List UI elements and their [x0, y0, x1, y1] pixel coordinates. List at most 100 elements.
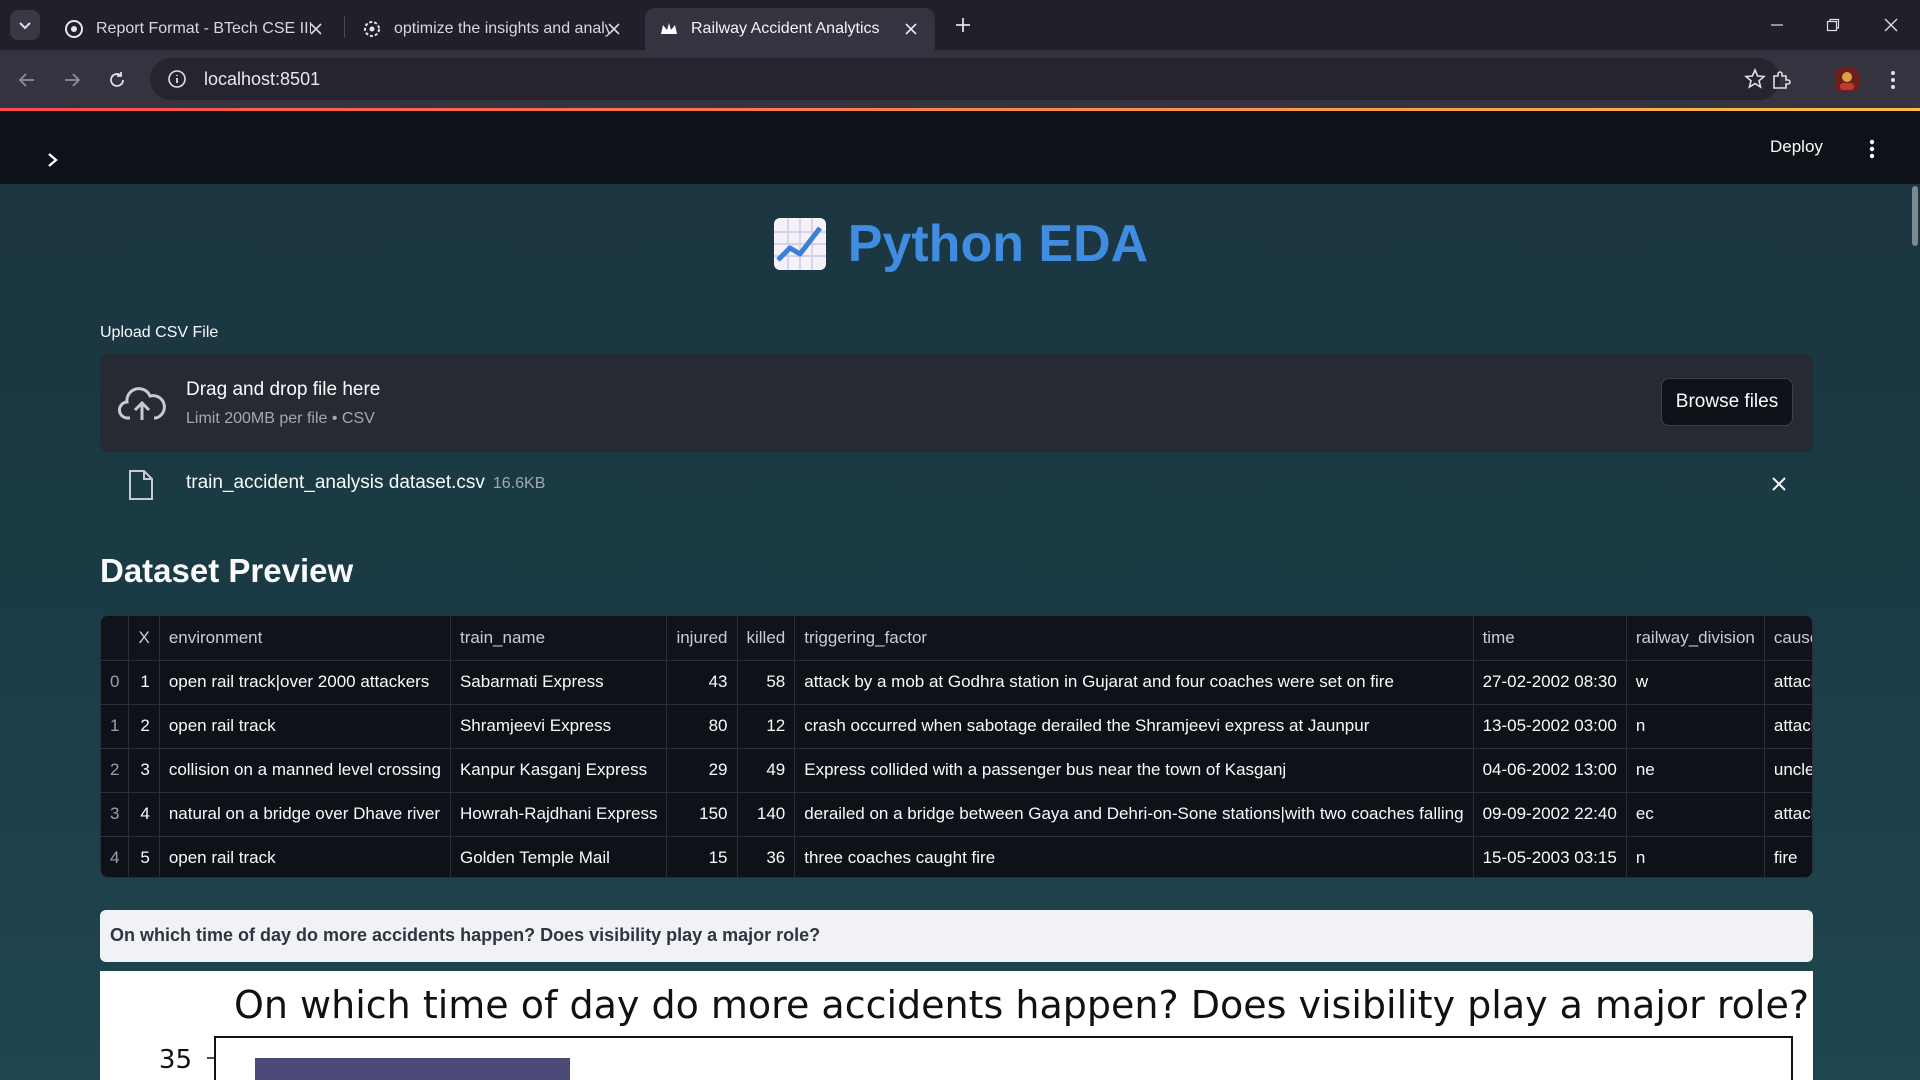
table-cell[interactable]: 43: [666, 660, 738, 705]
remove-file-button[interactable]: [1767, 472, 1791, 496]
table-cell[interactable]: 49: [737, 748, 796, 793]
extensions-button[interactable]: [1766, 65, 1796, 95]
table-cell[interactable]: Express collided with a passenger bus ne…: [794, 748, 1474, 793]
column-header[interactable]: time: [1473, 616, 1627, 661]
table-cell[interactable]: fire: [1764, 836, 1812, 877]
reload-button[interactable]: [102, 65, 132, 95]
question-expander[interactable]: On which time of day do more accidents h…: [100, 910, 1813, 962]
table-cell[interactable]: 5: [128, 836, 160, 877]
table-cell[interactable]: ne: [1626, 748, 1765, 793]
table-cell[interactable]: derailed on a bridge between Gaya and De…: [794, 792, 1474, 837]
table-cell[interactable]: 3: [101, 792, 130, 837]
table-cell[interactable]: collision on a manned level crossing: [159, 748, 451, 793]
site-info-icon[interactable]: [156, 58, 198, 100]
table-cell[interactable]: attack: [1764, 660, 1812, 705]
plus-icon: [956, 18, 970, 32]
table-cell[interactable]: Kanpur Kasganj Express: [450, 748, 668, 793]
forward-button[interactable]: [57, 65, 87, 95]
column-header[interactable]: X: [128, 616, 160, 661]
table-cell[interactable]: 3: [128, 748, 160, 793]
table-cell[interactable]: n: [1626, 836, 1765, 877]
table-cell[interactable]: open rail track: [159, 704, 451, 749]
dataset-preview-heading: Dataset Preview: [100, 552, 354, 589]
table-cell[interactable]: 150: [666, 792, 738, 837]
chart-bar: [255, 1058, 570, 1080]
table-cell[interactable]: 4: [128, 792, 160, 837]
table-cell[interactable]: Golden Temple Mail: [450, 836, 668, 877]
column-header[interactable]: railway_division: [1626, 616, 1765, 661]
browser-menu-button[interactable]: [1878, 65, 1908, 95]
table-cell[interactable]: n: [1626, 704, 1765, 749]
table-cell[interactable]: open rail track: [159, 836, 451, 877]
file-dropzone[interactable]: Drag and drop file here Limit 200MB per …: [100, 354, 1813, 452]
bookmark-star-icon[interactable]: [1744, 67, 1766, 90]
table-cell[interactable]: open rail track|over 2000 attackers: [159, 660, 451, 705]
table-cell[interactable]: 140: [737, 792, 796, 837]
browse-files-button[interactable]: Browse files: [1661, 378, 1793, 426]
table-cell[interactable]: 13-05-2002 03:00: [1473, 704, 1627, 749]
column-header[interactable]: train_name: [450, 616, 668, 661]
table-cell[interactable]: 15-05-2003 03:15: [1473, 836, 1627, 877]
back-button[interactable]: [12, 65, 42, 95]
table-cell[interactable]: 09-09-2002 22:40: [1473, 792, 1627, 837]
table-cell[interactable]: 12: [737, 704, 796, 749]
address-bar[interactable]: localhost:8501: [150, 58, 1780, 100]
table-cell[interactable]: crash occurred when sabotage derailed th…: [794, 704, 1474, 749]
table-cell[interactable]: 1: [101, 704, 130, 749]
reload-icon: [110, 72, 124, 87]
url-text[interactable]: localhost:8501: [204, 69, 320, 90]
table-cell[interactable]: natural on a bridge over Dhave river: [159, 792, 451, 837]
table-cell[interactable]: 2: [128, 704, 160, 749]
chevron-right-icon: [48, 153, 58, 167]
tab-optimize-insights[interactable]: optimize the insights and analy: [348, 8, 638, 50]
minimize-button[interactable]: [1764, 12, 1790, 38]
app-menu-button[interactable]: [1860, 134, 1884, 164]
table-cell[interactable]: 2: [101, 748, 130, 793]
table-cell[interactable]: 80: [666, 704, 738, 749]
uploaded-file-row: train_accident_analysis dataset.csv 16.6K…: [100, 470, 1813, 510]
close-window-button[interactable]: [1878, 12, 1904, 38]
table-cell[interactable]: Howrah-Rajdhani Express: [450, 792, 668, 837]
table-cell[interactable]: Shramjeevi Express: [450, 704, 668, 749]
sidebar-expand-button[interactable]: [40, 147, 66, 173]
column-header[interactable]: cause: [1764, 616, 1812, 661]
table-cell[interactable]: 15: [666, 836, 738, 877]
dataset-preview-table[interactable]: X environment train_name injured killed …: [100, 615, 1813, 878]
column-header[interactable]: injured: [666, 616, 738, 661]
dropzone-instruction: Drag and drop file here: [186, 379, 381, 400]
table-cell[interactable]: attack: [1764, 792, 1812, 837]
arrow-left-icon: [18, 73, 34, 87]
table-cell[interactable]: unclear: [1764, 748, 1812, 793]
y-tick-label: 35: [159, 1045, 192, 1075]
table-cell[interactable]: 4: [101, 836, 130, 877]
table-cell[interactable]: 0: [101, 660, 130, 705]
column-header[interactable]: environment: [159, 616, 451, 661]
table-cell[interactable]: 36: [737, 836, 796, 877]
table-cell[interactable]: Sabarmati Express: [450, 660, 668, 705]
table-cell[interactable]: w: [1626, 660, 1765, 705]
table-cell[interactable]: attack by a mob at Godhra station in Guj…: [794, 660, 1474, 705]
table-cell[interactable]: three coaches caught fire: [794, 836, 1474, 877]
table-cell[interactable]: 29: [666, 748, 738, 793]
new-tab-button[interactable]: [950, 12, 976, 38]
table-cell[interactable]: attack: [1764, 704, 1812, 749]
profile-avatar[interactable]: [1832, 65, 1862, 95]
column-header[interactable]: triggering_factor: [794, 616, 1474, 661]
tab-railway-accident-analytics[interactable]: Railway Accident Analytics: [645, 8, 935, 50]
close-tab-icon[interactable]: [604, 19, 624, 39]
table-cell[interactable]: 58: [737, 660, 796, 705]
table-cell[interactable]: 04-06-2002 13:00: [1473, 748, 1627, 793]
file-size: 16.6KB: [492, 475, 546, 492]
close-tab-icon[interactable]: [901, 19, 921, 39]
close-tab-icon[interactable]: [306, 19, 326, 39]
deploy-button[interactable]: Deploy: [1770, 137, 1823, 157]
table-row: 1 2 open rail track Shramjeevi Express 8…: [101, 704, 1812, 749]
tab-report-format[interactable]: Report Format - BTech CSE IIIT |: [50, 8, 340, 50]
column-header[interactable]: [101, 616, 130, 661]
tab-search-button[interactable]: [10, 10, 40, 40]
column-header[interactable]: killed: [737, 616, 796, 661]
table-cell[interactable]: 27-02-2002 08:30: [1473, 660, 1627, 705]
table-cell[interactable]: ec: [1626, 792, 1765, 837]
restore-button[interactable]: [1820, 12, 1846, 38]
table-cell[interactable]: 1: [128, 660, 160, 705]
